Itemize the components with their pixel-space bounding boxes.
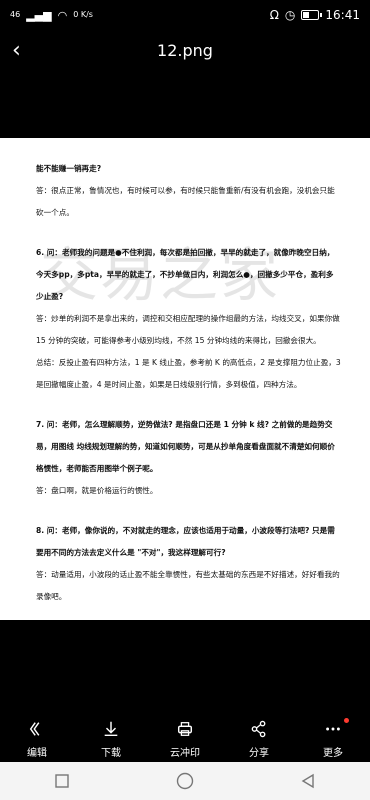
signal-strength: 46 bbox=[10, 10, 21, 19]
question-line: 易，用图线 均线规划理解的势，知道如何顺势，可是从抄单角度看盘面就不清楚如何顺价 bbox=[36, 442, 335, 451]
printer-icon bbox=[177, 722, 193, 736]
bottom-toolbar: 编辑 下载 云冲印 分享 更多 bbox=[0, 718, 370, 762]
share-button[interactable]: 分享 bbox=[229, 720, 289, 759]
answer-line: 是回撤幅度止盈，4 是时间止盈，如果是日线级别行情，多到极值，四种方法。 bbox=[36, 380, 302, 389]
answer-line: 答：动量适用，小波段的话止盈不能全靠惯性，有些太基础的东西是不好描述，好好看我的 bbox=[36, 570, 340, 579]
answer-line: 录像吧。 bbox=[36, 592, 67, 601]
question-line: 7. 问：老师，怎么理解顺势，逆势做法? 是指盘口还是 1 分钟 k 线? 之前… bbox=[36, 420, 333, 429]
download-label: 下载 bbox=[101, 748, 121, 759]
status-left: 46 ▂▄▆ ◠ 0 K/s bbox=[10, 9, 93, 22]
answer-line: 砍一个点。 bbox=[36, 208, 74, 217]
back-arrow-icon[interactable]: ‹ bbox=[12, 38, 21, 63]
answer-line: 15 分钟的突破，可能得参考小级别均线，不然 15 分钟均线的来得比，回撤会很大… bbox=[36, 336, 321, 345]
more-icon bbox=[326, 727, 340, 731]
alarm-icon: ◷ bbox=[284, 8, 296, 22]
print-label: 云冲印 bbox=[170, 748, 200, 759]
answer-line: 总结：反投止盈有四种方法，1 是 K 线止盈，参考前 K 的高低点，2 是支撑阻… bbox=[36, 358, 341, 367]
print-button[interactable]: 云冲印 bbox=[155, 720, 215, 759]
share-icon bbox=[251, 720, 266, 738]
battery-icon bbox=[301, 10, 323, 20]
app-bar: ‹ 12.png bbox=[0, 30, 370, 70]
circle-icon bbox=[176, 772, 194, 790]
home-button[interactable] bbox=[175, 771, 195, 791]
battery-fill bbox=[303, 12, 309, 18]
back-button[interactable] bbox=[298, 771, 318, 791]
status-right: Ω ◷ 16:41 bbox=[270, 8, 360, 22]
question-line: 6. 问：老师我的问题是●不住利润，每次都是拍回撤，早早的就走了，就像昨晚空日纳… bbox=[36, 248, 335, 257]
system-nav-bar bbox=[0, 762, 370, 800]
triangle-back-icon bbox=[301, 773, 315, 789]
question-line: 8. 问：老师，像你说的，不对就走的理念，应该也适用于动量，小波段等打法吧? 只… bbox=[36, 526, 335, 535]
wifi-icon: ◠ bbox=[57, 8, 68, 22]
answer-line: 答：很点正常，鲁情况也，有时候可以参，有时候只能鲁重新/有没有机会跑，没机会只能 bbox=[36, 186, 335, 195]
download-icon bbox=[104, 721, 118, 737]
answer-line: 答：炒单的利润不是拿出来的，调控和交相应配理的操作组最的方法，均线交叉，如果你做 bbox=[36, 314, 340, 323]
document-text: 能不能赚一销再走? 答：很点正常，鲁情况也，有时候可以参，有时候只能鲁重新/有没有… bbox=[36, 158, 342, 608]
share-label: 分享 bbox=[249, 748, 269, 759]
question-line: 能不能赚一销再走? bbox=[36, 164, 102, 173]
question-line: 要用不同的方法去定义什么是 "不对"，我这样理解可行? bbox=[36, 548, 226, 557]
question-line: 格惯性，老师能否用图举个例子呢。 bbox=[36, 464, 158, 473]
download-button[interactable]: 下载 bbox=[81, 720, 141, 759]
question-line: 今天多pp，多pta，早早的就走了，不抄单做日内，利润怎么●，回撤多少平仓，盈利… bbox=[36, 270, 334, 279]
edit-icon bbox=[29, 722, 40, 736]
headphones-icon: Ω bbox=[269, 8, 279, 22]
notification-dot bbox=[344, 718, 349, 723]
edit-button[interactable]: 编辑 bbox=[7, 720, 67, 759]
file-title: 12.png bbox=[157, 40, 213, 60]
question-line: 少止盈? bbox=[36, 292, 64, 301]
square-icon bbox=[54, 774, 69, 788]
edit-label: 编辑 bbox=[27, 748, 47, 759]
status-bar: 46 ▂▄▆ ◠ 0 K/s Ω ◷ 16:41 bbox=[0, 0, 370, 30]
answer-line: 答：盘口啊，就是价格运行的惯性。 bbox=[36, 486, 158, 495]
recents-button[interactable] bbox=[52, 771, 72, 791]
clock: 16:41 bbox=[325, 8, 360, 22]
signal-bars-icon: ▂▄▆ bbox=[26, 8, 52, 22]
network-speed: 0 K/s bbox=[73, 10, 93, 19]
document-image[interactable]: 能不能赚一销再走? 答：很点正常，鲁情况也，有时候可以参，有时候只能鲁重新/有没有… bbox=[0, 138, 370, 620]
more-label: 更多 bbox=[323, 748, 343, 759]
more-button[interactable]: 更多 bbox=[303, 718, 363, 759]
